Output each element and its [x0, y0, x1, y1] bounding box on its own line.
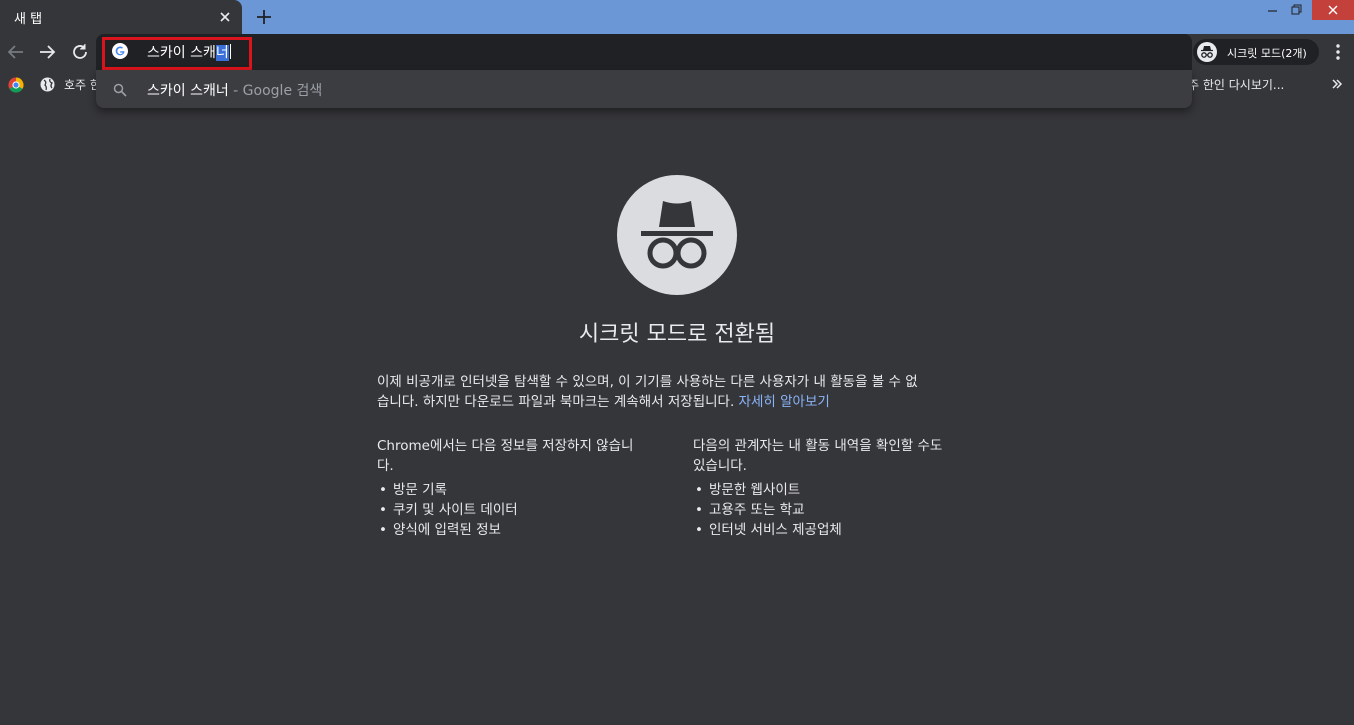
tab-title: 새 탭: [14, 12, 43, 27]
address-input-selection: 너: [215, 45, 229, 61]
list-item: 방문 기록: [377, 480, 667, 500]
list-item: 인터넷 서비스 제공업체: [693, 520, 983, 540]
learn-more-link[interactable]: 자세히 알아보기: [739, 394, 830, 410]
text-caret: [229, 44, 231, 59]
visible-to-section: 다음의 관계자는 내 활동 내역을 확인할 수도 있습니다. 방문한 웹사이트 …: [693, 436, 983, 540]
not-saved-heading-line-1: Chrome에서는 다음 정보를 저장하지 않습니: [377, 438, 634, 454]
window-close-icon[interactable]: [1312, 0, 1354, 20]
tab-new-tab[interactable]: 새 탭: [0, 0, 242, 34]
list-item: 방문한 웹사이트: [693, 480, 983, 500]
intro-line-2-text: 습니다. 하지만 다운로드 파일과 북마크는 계속해서 저장됩니다.: [377, 394, 735, 410]
plus-icon[interactable]: [252, 6, 276, 28]
incognito-icon: [1197, 42, 1217, 62]
suggestion-item[interactable]: 스카이 스캐너 - Google 검색: [96, 70, 1192, 108]
suggestion-text: 스카이 스캐너 - Google 검색: [147, 80, 322, 100]
list-item: 쿠키 및 사이트 데이터: [377, 500, 667, 520]
incognito-chip-label: 시크릿 모드(2개): [1227, 47, 1307, 60]
chevron-double-right-icon[interactable]: [1330, 76, 1344, 92]
incognito-logo: [617, 175, 737, 295]
close-icon[interactable]: [216, 8, 234, 26]
search-icon: [113, 82, 127, 97]
kebab-menu-icon[interactable]: [1329, 41, 1347, 63]
page-title: 시크릿 모드로 전환됨: [578, 322, 776, 347]
arrow-right-icon[interactable]: [36, 41, 58, 63]
address-bar[interactable]: [96, 34, 1192, 70]
suggestion-suffix: - Google 검색: [228, 83, 323, 99]
omnibox-suggestions: 스카이 스캐너 - Google 검색: [96, 70, 1192, 108]
intro-line-1: 이제 비공개로 인터넷을 탐색할 수 있으며, 이 기기를 사용하는 다른 사용…: [377, 374, 918, 390]
title-bar: 새 탭: [0, 0, 1354, 34]
globe-icon: [40, 77, 55, 92]
arrow-left-icon[interactable]: [5, 41, 27, 63]
visible-to-heading-line-2: 있습니다.: [693, 458, 747, 474]
restore-icon[interactable]: [1286, 0, 1308, 20]
not-saved-heading-line-2: 다.: [377, 458, 394, 474]
reload-icon[interactable]: [69, 41, 91, 63]
intro-text: 이제 비공개로 인터넷을 탐색할 수 있으며, 이 기기를 사용하는 다른 사용…: [377, 372, 977, 412]
address-input[interactable]: 스카이 스캐너: [147, 42, 231, 62]
intro-line-2: 습니다. 하지만 다운로드 파일과 북마크는 계속해서 저장됩니다. 자세히 알…: [377, 392, 977, 412]
not-saved-section: Chrome에서는 다음 정보를 저장하지 않습니 다. 방문 기록 쿠키 및 …: [377, 436, 667, 540]
list-item: 양식에 입력된 정보: [377, 520, 667, 540]
list-item: 고용주 또는 학교: [693, 500, 983, 520]
address-input-text: 스카이 스캐: [147, 45, 216, 61]
visible-to-heading-line-1: 다음의 관계자는 내 활동 내역을 확인할 수도: [693, 438, 943, 454]
minimize-icon[interactable]: [1262, 0, 1284, 20]
suggestion-query: 스카이 스캐너: [147, 83, 229, 99]
incognito-profile-button[interactable]: 시크릿 모드(2개): [1193, 39, 1319, 65]
bookmark-item-2[interactable]: 주 한인 다시보기...: [1188, 76, 1284, 93]
chrome-icon[interactable]: [8, 77, 24, 93]
